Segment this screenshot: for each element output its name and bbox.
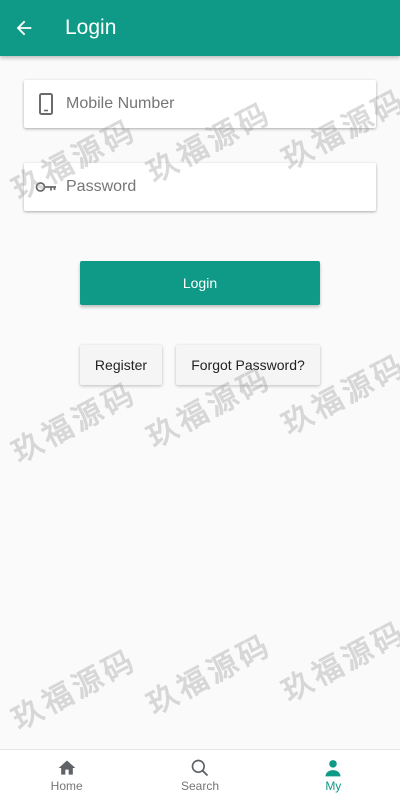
nav-home-label: Home — [50, 779, 83, 793]
nav-search-label: Search — [180, 779, 219, 793]
app-bar: Login — [0, 0, 400, 56]
person-icon — [325, 760, 341, 777]
watermark: 玖福源码 — [141, 627, 278, 723]
register-button[interactable]: Register — [80, 345, 162, 385]
login-button[interactable]: Login — [80, 261, 320, 305]
page-title: Login — [65, 16, 117, 39]
back-button[interactable] — [0, 0, 48, 56]
watermark: 玖福源码 — [6, 642, 143, 738]
nav-home[interactable]: Home — [0, 750, 133, 801]
phone-icon — [24, 92, 66, 116]
mobile-field[interactable] — [24, 80, 376, 128]
key-icon — [24, 180, 66, 194]
password-field[interactable] — [24, 163, 376, 211]
mobile-input[interactable] — [66, 95, 356, 113]
home-icon — [58, 760, 75, 775]
forgot-password-button[interactable]: Forgot Password? — [176, 345, 320, 385]
watermark: 玖福源码 — [276, 614, 400, 710]
search-icon — [191, 759, 209, 777]
bottom-navigation: Home Search My — [0, 749, 400, 801]
password-input[interactable] — [66, 178, 356, 196]
arrow-back-icon — [16, 20, 32, 36]
nav-my[interactable]: My — [267, 750, 400, 801]
nav-my-label: My — [325, 779, 342, 793]
nav-search[interactable]: Search — [133, 750, 266, 801]
